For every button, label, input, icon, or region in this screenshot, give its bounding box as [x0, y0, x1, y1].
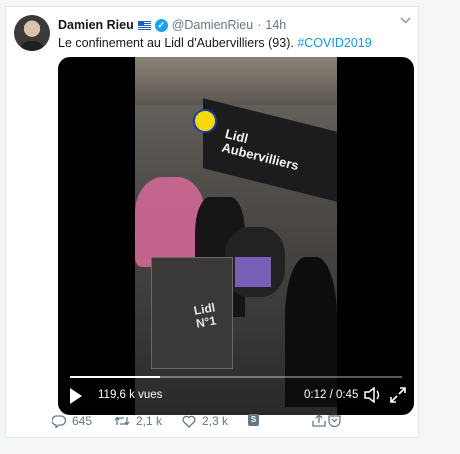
reply-icon	[52, 414, 66, 428]
heart-icon	[182, 415, 196, 428]
retweet-count: 2,1 k	[136, 414, 163, 428]
play-icon[interactable]	[70, 388, 82, 404]
tweet-timestamp[interactable]: 14h	[265, 18, 286, 32]
chevron-down-icon[interactable]	[400, 15, 411, 27]
tweet-body: Le confinement au Lidl d'Aubervilliers (…	[58, 36, 298, 50]
fullscreen-icon[interactable]	[390, 387, 406, 403]
tweet-card: Damien Rieu ✓ @DamienRieu · 14h Le confi…	[5, 6, 419, 438]
stats-action[interactable]: S	[248, 414, 259, 426]
hashtag-link[interactable]: #COVID2019	[297, 36, 371, 50]
verified-badge-icon: ✓	[154, 18, 168, 32]
lidl-logo	[193, 109, 217, 133]
share-action[interactable]	[312, 414, 326, 427]
progress-bar[interactable]	[70, 376, 402, 378]
like-action[interactable]: 2,3 k	[182, 414, 228, 428]
progress-fill	[70, 376, 160, 378]
timecode: 0:12 / 0:45	[304, 389, 359, 401]
author-name[interactable]: Damien Rieu	[58, 18, 134, 32]
dm-action[interactable]	[328, 414, 341, 427]
tweet-text: Le confinement au Lidl d'Aubervilliers (…	[58, 35, 414, 51]
tweet-actions: 645 2,1 k 2,3 k S	[48, 414, 408, 430]
like-count: 2,3 k	[202, 414, 229, 428]
retweet-action[interactable]: 2,1 k	[114, 414, 162, 428]
checkout-counter	[151, 257, 233, 369]
reply-count: 645	[72, 414, 93, 428]
reply-action[interactable]: 645	[52, 414, 92, 428]
separator-dot: ·	[257, 18, 262, 32]
dm-shield-icon	[328, 415, 341, 427]
video-frame: Lidl Aubervilliers Lidl N°1	[135, 57, 337, 415]
volume-icon[interactable]	[364, 386, 382, 404]
share-icon	[312, 414, 326, 427]
retweet-icon	[114, 416, 130, 426]
greek-flag-icon	[137, 20, 151, 30]
stats-icon: S	[248, 414, 259, 426]
author-handle[interactable]: @DamienRieu	[172, 18, 253, 32]
video-controls: 119,6 k vues 0:12 / 0:45	[58, 371, 414, 415]
counter-label: Lidl N°1	[193, 300, 219, 330]
tweet-header: Damien Rieu ✓ @DamienRieu · 14h	[58, 16, 286, 34]
video-player[interactable]: Lidl Aubervilliers Lidl N°1 119,6 k vues…	[58, 57, 414, 415]
author-avatar[interactable]	[14, 15, 50, 51]
view-count: 119,6 k vues	[98, 389, 163, 401]
